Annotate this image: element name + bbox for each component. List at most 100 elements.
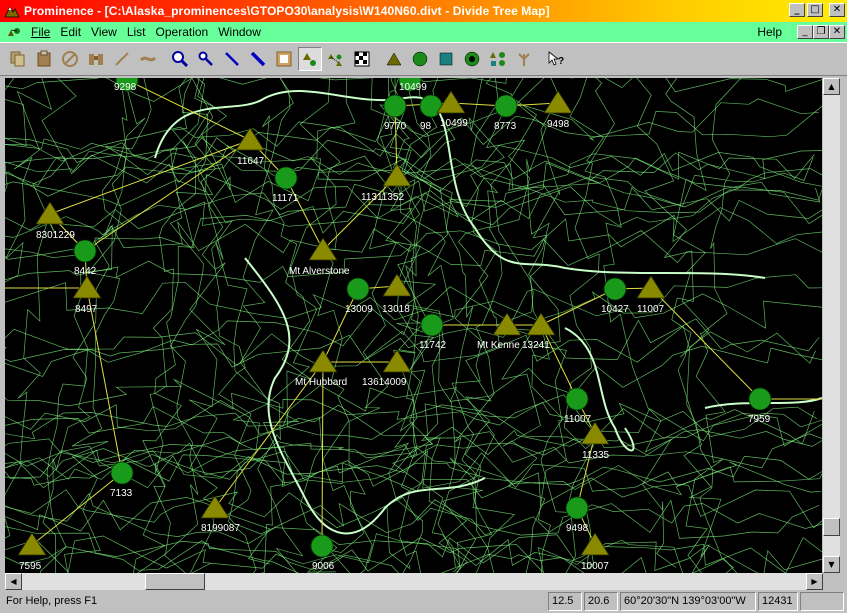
- divide-line: [321, 361, 324, 547]
- peak-marker[interactable]: [636, 275, 666, 299]
- no-entry-button[interactable]: [58, 47, 82, 71]
- saddle-marker[interactable]: [419, 94, 443, 118]
- all-features-icon: [490, 52, 505, 66]
- contour-line: [5, 540, 738, 573]
- peak-marker[interactable]: [235, 127, 265, 151]
- runoff-square-icon: [439, 52, 453, 66]
- zoom-out-icon: [198, 51, 213, 66]
- menu-file[interactable]: File: [26, 25, 55, 39]
- peak-marker[interactable]: [543, 90, 573, 114]
- copy-icon: [10, 51, 25, 67]
- contour-line: [5, 78, 27, 193]
- contour-line: [260, 78, 356, 573]
- scroll-down-button[interactable]: ▼: [823, 556, 840, 573]
- peak-marker[interactable]: [492, 312, 522, 336]
- contour-line: [5, 174, 822, 222]
- tree-button[interactable]: [512, 47, 536, 71]
- tree-view-button[interactable]: [324, 47, 348, 71]
- feature-label: 11647: [237, 156, 265, 167]
- divide-line: [86, 287, 123, 474]
- copy-button[interactable]: [6, 47, 30, 71]
- help-pointer-icon: ?: [548, 51, 564, 67]
- child-restore-button[interactable]: ❐: [813, 25, 829, 39]
- binoculars-button[interactable]: [84, 47, 108, 71]
- peak-marker[interactable]: [580, 421, 610, 445]
- all-features-button[interactable]: [486, 47, 510, 71]
- contour-line: [163, 78, 205, 573]
- saddle-marker[interactable]: [603, 277, 627, 301]
- window-title: Prominence - [C:\Alaska_prominences\GTOP…: [24, 4, 550, 18]
- vertical-scrollbar[interactable]: ▲ ▼: [823, 78, 840, 573]
- contour-line: [5, 186, 822, 231]
- saddle-marker[interactable]: [310, 534, 334, 558]
- saddle-marker[interactable]: [565, 496, 589, 520]
- peak-triangle-button[interactable]: [382, 47, 406, 71]
- peaks-view-button[interactable]: [298, 47, 322, 71]
- feature-label: 10499: [440, 118, 468, 129]
- peak-marker[interactable]: [35, 201, 65, 225]
- checker-button[interactable]: [350, 47, 374, 71]
- runoff-square-button[interactable]: [434, 47, 458, 71]
- paste-button[interactable]: [32, 47, 56, 71]
- divide-line: [49, 139, 251, 215]
- menu-operation[interactable]: Operation: [151, 25, 214, 39]
- zoom-out-button[interactable]: [194, 47, 218, 71]
- child-close-button[interactable]: ✕: [829, 25, 845, 39]
- scroll-right-button[interactable]: ▶: [806, 573, 823, 590]
- saddle-marker[interactable]: [748, 387, 772, 411]
- draw-line-bold-icon: [250, 51, 266, 67]
- menu-list[interactable]: List: [122, 25, 151, 39]
- draw-line-bold-button[interactable]: [246, 47, 270, 71]
- scroll-up-button[interactable]: ▲: [823, 78, 840, 95]
- status-blank: [800, 592, 844, 611]
- contour-line: [5, 497, 820, 539]
- draw-line-button[interactable]: [220, 47, 244, 71]
- maximize-button[interactable]: □: [807, 3, 823, 17]
- child-minimize-button[interactable]: _: [797, 25, 813, 39]
- binoculars-icon: [89, 54, 103, 65]
- vertical-scroll-thumb[interactable]: [823, 518, 840, 536]
- close-button[interactable]: ✕: [829, 3, 845, 17]
- saddle-marker[interactable]: [274, 166, 298, 190]
- peak-marker[interactable]: [382, 349, 412, 373]
- pencil-button[interactable]: [136, 47, 160, 71]
- feature-label: Mt Hubbard: [295, 377, 348, 388]
- divide-tree-map[interactable]: 9770 98 8773 10499 11171 8442 13009 11742 10427 1…: [5, 78, 822, 573]
- feature-label: Mt Alverstone: [289, 266, 350, 277]
- saddle-marker[interactable]: [73, 239, 97, 263]
- status-value-1: 12.5: [548, 592, 582, 611]
- saddle-marker[interactable]: [420, 313, 444, 337]
- contour-line: [133, 78, 214, 573]
- status-coordinates: 60°20'30"N 139°03'00"W: [620, 592, 756, 611]
- zoom-in-button[interactable]: [168, 47, 192, 71]
- zoom-in-icon: [172, 51, 189, 68]
- line-tool-button[interactable]: [110, 47, 134, 71]
- status-bar: For Help, press F1 12.5 20.6 60°20'30"N …: [0, 590, 847, 613]
- feature-label: 11311352: [361, 192, 405, 203]
- frame-button[interactable]: [272, 47, 296, 71]
- basin-saddle-icon: [464, 51, 480, 67]
- peak-marker[interactable]: [72, 275, 102, 299]
- horizontal-scroll-thumb[interactable]: [145, 573, 205, 590]
- saddle-marker[interactable]: [494, 94, 518, 118]
- feature-label: 8773: [494, 121, 517, 132]
- saddle-marker[interactable]: [383, 94, 407, 118]
- feature-label: 9498: [566, 523, 589, 534]
- menu-help[interactable]: Help: [752, 25, 787, 39]
- menu-window[interactable]: Window: [213, 25, 266, 39]
- peak-marker[interactable]: [308, 349, 338, 373]
- divide-line: [650, 287, 761, 400]
- minimize-button[interactable]: _: [789, 3, 805, 17]
- saddle-marker[interactable]: [565, 387, 589, 411]
- menu-edit[interactable]: Edit: [55, 25, 86, 39]
- saddle-circle-button[interactable]: [408, 47, 432, 71]
- document-tree-icon: [8, 28, 20, 36]
- saddle-marker[interactable]: [110, 461, 134, 485]
- basin-saddle-button[interactable]: [460, 47, 484, 71]
- scroll-left-button[interactable]: ◀: [5, 573, 22, 590]
- help-pointer-button[interactable]: ?: [544, 47, 568, 71]
- horizontal-scrollbar[interactable]: ◀ ▶: [5, 573, 823, 590]
- menu-view[interactable]: View: [86, 25, 122, 39]
- toolbar: ?: [0, 42, 847, 76]
- saddle-marker[interactable]: [346, 277, 370, 301]
